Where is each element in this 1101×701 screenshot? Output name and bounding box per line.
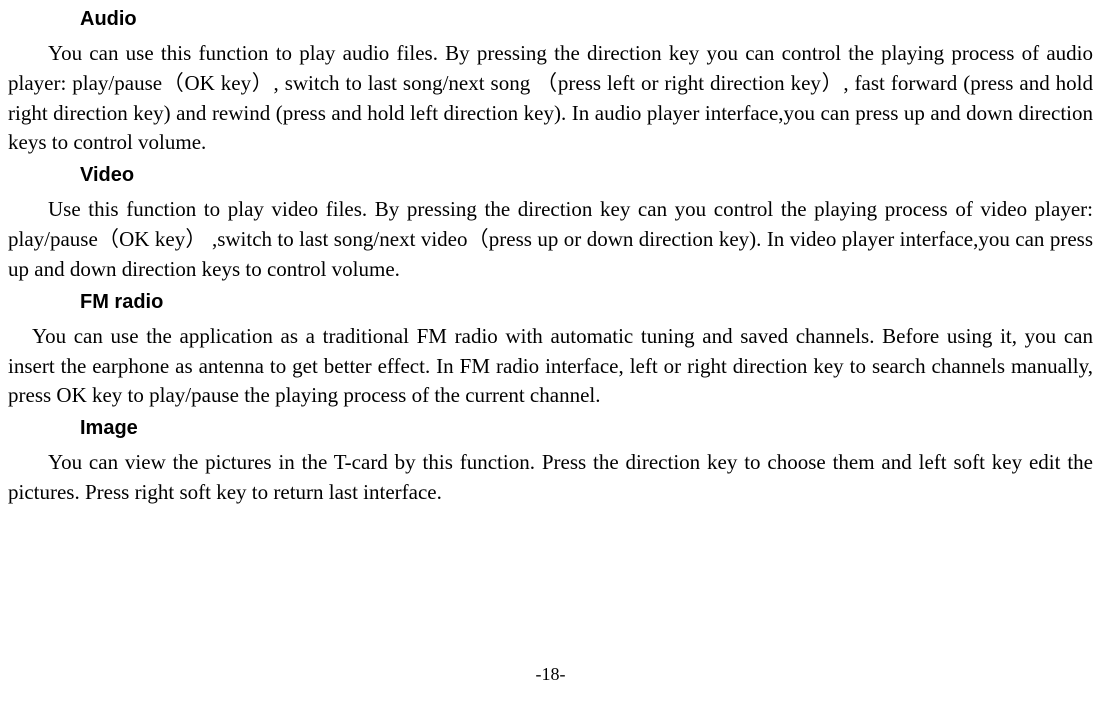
heading-audio: Audio bbox=[80, 8, 1093, 31]
page-number: -18- bbox=[0, 664, 1101, 685]
paragraph-video: Use this function to play video files. B… bbox=[8, 195, 1093, 284]
page-content: Audio You can use this function to play … bbox=[8, 8, 1093, 508]
paragraph-audio: You can use this function to play audio … bbox=[8, 39, 1093, 158]
heading-image: Image bbox=[80, 417, 1093, 440]
paragraph-image: You can view the pictures in the T-card … bbox=[8, 448, 1093, 508]
heading-fmradio: FM radio bbox=[80, 291, 1093, 314]
paragraph-fmradio: You can use the application as a traditi… bbox=[8, 322, 1093, 411]
heading-video: Video bbox=[80, 164, 1093, 187]
